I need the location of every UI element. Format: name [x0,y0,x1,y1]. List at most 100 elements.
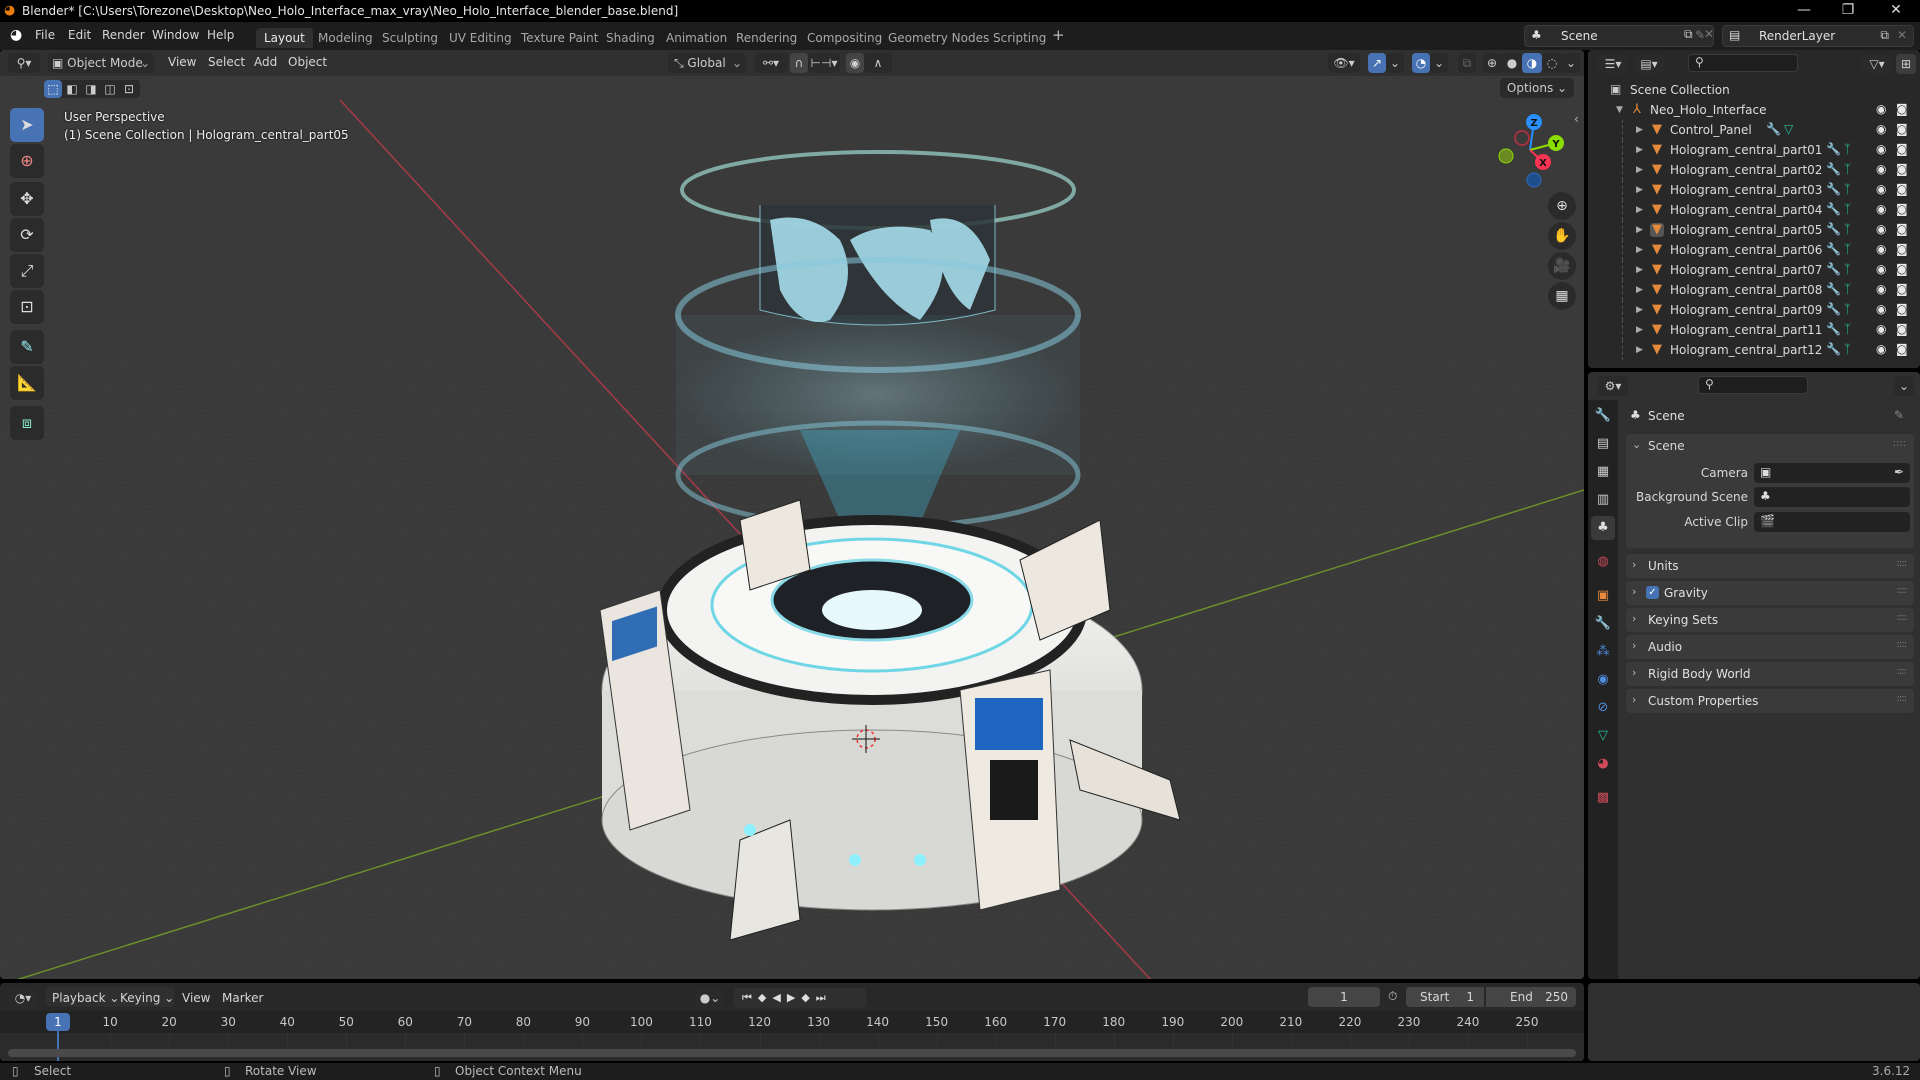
modifier-wrench-icon[interactable]: 🔧 [1766,122,1781,136]
render-camera-icon[interactable]: ◙ [1896,202,1908,216]
auto-keying-button[interactable]: ●⌄ [696,988,724,1008]
play-reverse-icon[interactable]: ◀ [772,991,786,1004]
overlays-toggle[interactable]: ◔ [1412,53,1430,73]
eye-icon[interactable]: ◉ [1876,342,1886,356]
modifier-wrench-icon[interactable]: 🔧 [1826,262,1841,276]
expand-toggle-icon[interactable]: ▶ [1636,145,1643,155]
outliner-object-row[interactable]: ▶ ▼ Hologram_central_part05 🔧 ᛉ ◉ ◙ [1588,220,1920,240]
gizmo-toggle[interactable]: ↗ [1368,53,1386,73]
vertex-group-icon[interactable]: ᛉ [1844,242,1851,256]
eye-icon[interactable]: ◉ [1876,222,1886,236]
select-new-button[interactable]: ⬚ [44,80,62,98]
tab-object-icon[interactable]: ▣ [1591,584,1615,608]
tool-add-cube[interactable]: ⧈ [10,406,44,440]
snap-target-button[interactable]: ⊢⊣▾ [808,53,840,73]
properties-editor-type[interactable]: ⚙▾ [1598,376,1628,396]
tab-data-icon[interactable]: ▽ [1591,724,1615,748]
restore-icon[interactable]: ❐ [1828,0,1868,22]
overlays-dropdown[interactable]: ⌄ [1430,53,1448,73]
tab-animation[interactable]: Animation [658,28,735,48]
mode-selector[interactable]: ▣ Object Mode ⌄ [48,53,154,73]
tab-tool-icon[interactable]: 🔧 [1591,404,1615,428]
render-camera-icon[interactable]: ◙ [1896,142,1908,156]
tab-material-icon[interactable]: ◕ [1591,752,1615,776]
mesh-data-icon[interactable]: ▽ [1784,122,1793,136]
filter-button[interactable]: ▽▾ [1862,54,1892,74]
render-camera-icon[interactable]: ◙ [1896,282,1908,296]
drag-handle-icon[interactable]: :::: [1897,612,1908,623]
vertex-group-icon[interactable]: ᛉ [1844,162,1851,176]
eye-icon[interactable]: ◉ [1876,202,1886,216]
outliner-object-row[interactable]: ▶ ▼ Hologram_central_part02 🔧 ᛉ ◉ ◙ [1588,160,1920,180]
pivot-point-button[interactable]: ⚯▾ [754,53,788,73]
modifier-wrench-icon[interactable]: 🔧 [1826,182,1841,196]
modifier-wrench-icon[interactable]: 🔧 [1826,142,1841,156]
panel-units[interactable]: › Units:::: [1626,554,1914,578]
expand-toggle-icon[interactable]: ▶ [1636,325,1643,335]
tab-constraints-icon[interactable]: ⊘ [1591,696,1615,720]
vertex-group-icon[interactable]: ᛉ [1844,142,1851,156]
tab-scripting[interactable]: Scripting [985,28,1054,48]
expand-toggle-icon[interactable]: ▶ [1636,285,1643,295]
gizmo-dropdown[interactable]: ⌄ [1386,53,1404,73]
select-subtract-button[interactable]: ◨ [82,80,100,98]
shading-wireframe[interactable]: ⊕ [1482,53,1502,73]
properties-search-input[interactable]: ⚲ [1698,376,1808,394]
vertex-group-icon[interactable]: ᛉ [1844,322,1851,336]
eye-icon[interactable]: ◉ [1876,302,1886,316]
tool-rotate[interactable]: ⟳ [10,218,44,252]
tab-render-icon[interactable]: ▤ [1591,432,1615,456]
expand-toggle-icon[interactable]: ▶ [1636,185,1643,195]
zoom-view-button[interactable]: ⊕ [1548,192,1576,220]
eye-icon[interactable]: ◉ [1876,142,1886,156]
jump-start-icon[interactable]: ⏮ [742,991,758,1004]
minimize-icon[interactable]: — [1784,0,1824,22]
tab-uv-editing[interactable]: UV Editing [441,28,520,48]
tab-texture-icon[interactable]: ▩ [1591,786,1615,810]
modifier-wrench-icon[interactable]: 🔧 [1826,322,1841,336]
outliner-editor-type[interactable]: ☰▾ [1598,54,1628,74]
shading-solid[interactable]: ● [1502,53,1522,73]
render-camera-icon[interactable]: ◙ [1896,302,1908,316]
delete-scene-icon[interactable]: ✕ [1704,27,1714,41]
vertex-group-icon[interactable]: ᛉ [1844,202,1851,216]
modifier-wrench-icon[interactable]: 🔧 [1826,242,1841,256]
tool-cursor[interactable]: ⊕ [10,144,44,178]
menu-playback[interactable]: Playback ⌄ [52,991,119,1005]
tab-physics-icon[interactable]: ◉ [1591,668,1615,692]
transform-orientation-selector[interactable]: ⤡ Global ⌄ [668,53,746,73]
shading-material-preview[interactable]: ◑ [1522,53,1542,73]
expand-toggle-icon[interactable]: ▶ [1636,125,1643,135]
outliner-collection-row[interactable]: ▼ ⅄ Neo_Holo_Interface ◉ ◙ [1588,100,1920,120]
tab-layout[interactable]: Layout [256,28,313,48]
stopwatch-icon[interactable]: ⏱ [1388,989,1397,1004]
render-camera-icon[interactable]: ◙ [1896,222,1908,236]
outliner-search-input[interactable]: ⚲ [1688,54,1798,72]
eye-icon[interactable]: ◉ [1876,242,1886,256]
menu-add[interactable]: Add [254,55,277,69]
vertex-group-icon[interactable]: ᛉ [1844,302,1851,316]
render-camera-icon[interactable]: ◙ [1896,122,1908,136]
vertex-group-icon[interactable]: ᛉ [1844,262,1851,276]
modifier-wrench-icon[interactable]: 🔧 [1826,162,1841,176]
render-camera-icon[interactable]: ◙ [1896,342,1908,356]
outliner-object-row[interactable]: ▶ ▼ Control_Panel 🔧 ▽ ◉ ◙ [1588,120,1920,140]
eye-icon[interactable]: ◉ [1876,282,1886,296]
tool-annotate[interactable]: ✎ [10,330,44,364]
expand-toggle-icon[interactable]: ▶ [1636,165,1643,175]
vertex-group-icon[interactable]: ᛉ [1844,182,1851,196]
eye-icon[interactable]: ◉ [1876,182,1886,196]
outliner-object-row[interactable]: ▶ ▼ Hologram_central_part06 🔧 ᛉ ◉ ◙ [1588,240,1920,260]
tab-scene-icon[interactable]: ♣ [1591,516,1615,540]
select-invert-button[interactable]: ◫ [101,80,119,98]
new-collection-button[interactable]: ⊞ [1896,54,1916,74]
outliner-object-row[interactable]: ▶ ▼ Hologram_central_part12 🔧 ᛉ ◉ ◙ [1588,340,1920,360]
menu-timeline-view[interactable]: View [182,991,210,1005]
drag-handle-icon[interactable]: :::: [1897,558,1908,569]
menu-file[interactable]: File [35,28,55,42]
drag-handle-icon[interactable]: :::: [1897,693,1908,704]
outliner-object-row[interactable]: ▶ ▼ Hologram_central_part07 🔧 ᛉ ◉ ◙ [1588,260,1920,280]
eye-icon[interactable]: ◉ [1876,262,1886,276]
playhead[interactable]: 1 [46,1013,70,1031]
render-camera-icon[interactable]: ◙ [1896,262,1908,276]
